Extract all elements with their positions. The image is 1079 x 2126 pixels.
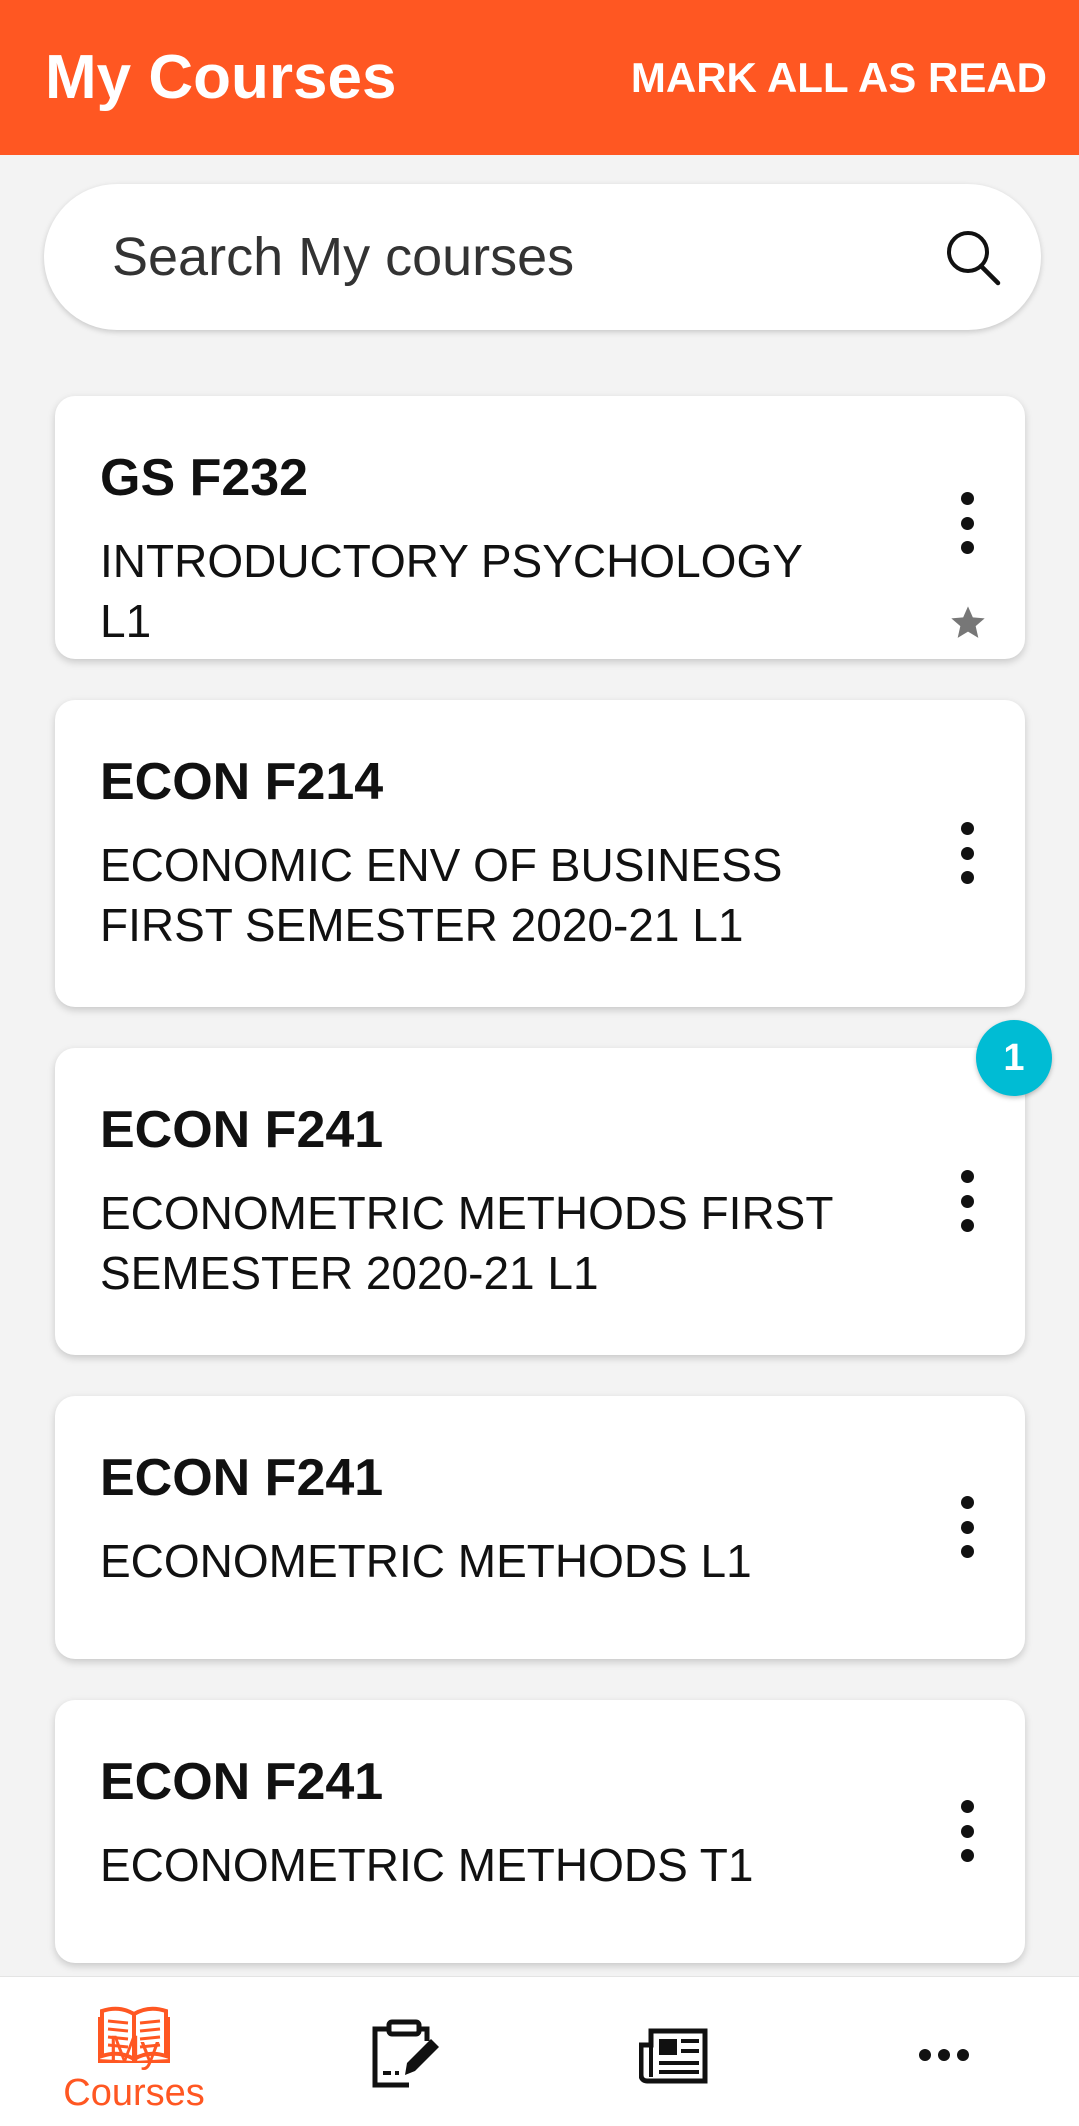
course-card[interactable]: ECON F241 ECONOMETRIC METHODS L1 (55, 1396, 1025, 1659)
nav-item-assignments[interactable] (304, 1977, 504, 2126)
nav-item-more[interactable] (844, 1977, 1044, 2126)
course-card[interactable]: ECON F241 ECONOMETRIC METHODS T1 (55, 1700, 1025, 1963)
search-bar (44, 184, 1041, 330)
nav-label-my-courses: My Courses (63, 2029, 205, 2114)
search-input[interactable] (112, 226, 912, 288)
app-header: My Courses MARK ALL AS READ (0, 0, 1079, 155)
bottom-navigation: My Courses (0, 1976, 1079, 2126)
course-name: ECONOMIC ENV OF BUSINESS FIRST SEMESTER … (100, 839, 783, 952)
course-menu-button[interactable] (939, 1796, 995, 1866)
newspaper-icon (639, 2028, 708, 2084)
page-title: My Courses (45, 43, 397, 112)
course-code: GS F232 (100, 449, 309, 507)
course-code: ECON F214 (100, 753, 384, 811)
course-code: ECON F241 (100, 1449, 384, 1507)
nav-item-news[interactable] (574, 1977, 774, 2126)
assignment-edit-icon (372, 2019, 439, 2088)
course-name: ECONOMETRIC METHODS T1 (100, 1839, 754, 1892)
search-icon[interactable] (941, 225, 1005, 289)
course-name: INTRODUCTORY PSYCHOLOGY L1 (100, 535, 803, 648)
course-card[interactable]: GS F232 INTRODUCTORY PSYCHOLOGY L1 (55, 396, 1025, 659)
course-code: ECON F241 (100, 1101, 384, 1159)
course-menu-button[interactable] (939, 1166, 995, 1236)
course-menu-button[interactable] (939, 1492, 995, 1562)
course-name: ECONOMETRIC METHODS L1 (100, 1535, 752, 1588)
course-menu-button[interactable] (939, 488, 995, 558)
more-icon (919, 2049, 969, 2061)
course-card[interactable]: ECON F241 ECONOMETRIC METHODS FIRST SEME… (55, 1048, 1025, 1355)
course-code: ECON F241 (100, 1753, 384, 1811)
course-menu-button[interactable] (939, 818, 995, 888)
star-icon[interactable] (948, 603, 988, 643)
nav-item-my-courses[interactable]: My Courses (34, 1977, 234, 2126)
app-screen: My Courses MARK ALL AS READ GS F232 INTR… (0, 0, 1079, 2126)
mark-all-as-read-button[interactable]: MARK ALL AS READ (631, 54, 1047, 102)
unread-count-badge: 1 (976, 1020, 1052, 1096)
course-card[interactable]: ECON F214 ECONOMIC ENV OF BUSINESS FIRST… (55, 700, 1025, 1007)
course-name: ECONOMETRIC METHODS FIRST SEMESTER 2020-… (100, 1187, 833, 1300)
